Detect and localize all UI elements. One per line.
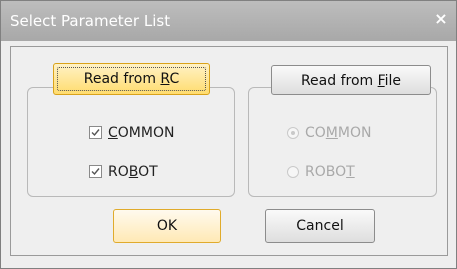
title-bar[interactable]: Select Parameter List × (1, 1, 456, 41)
ok-button[interactable]: OK (113, 209, 221, 243)
dialog-title: Select Parameter List (10, 12, 171, 30)
radio-selected-dot (291, 131, 295, 135)
select-parameter-list-dialog: Select Parameter List × Read from RC COM… (0, 0, 457, 269)
read-from-rc-button[interactable]: Read from RC (53, 63, 210, 95)
robot-checkbox-box[interactable] (89, 165, 102, 178)
file-common-radio-label: COMMON (305, 125, 372, 141)
check-icon (91, 129, 100, 137)
file-common-radio-circle (287, 127, 299, 139)
cancel-button[interactable]: Cancel (265, 209, 375, 243)
rc-group (27, 87, 235, 197)
check-icon (91, 168, 100, 176)
close-icon[interactable]: × (432, 10, 450, 28)
file-robot-radio-label: ROBOT (305, 164, 355, 180)
common-checkbox-label: COMMON (108, 125, 175, 141)
common-checkbox-box[interactable] (89, 126, 102, 139)
file-group (248, 87, 437, 197)
focus-rectangle (57, 67, 206, 91)
read-from-file-button[interactable]: Read from File (271, 65, 431, 95)
dialog-client-area: Read from RC COMMON ROBOT Read from File… (10, 46, 448, 256)
read-from-file-label: Read from File (300, 73, 402, 89)
file-robot-radio-circle (287, 166, 299, 178)
robot-checkbox-label: ROBOT (108, 164, 158, 180)
